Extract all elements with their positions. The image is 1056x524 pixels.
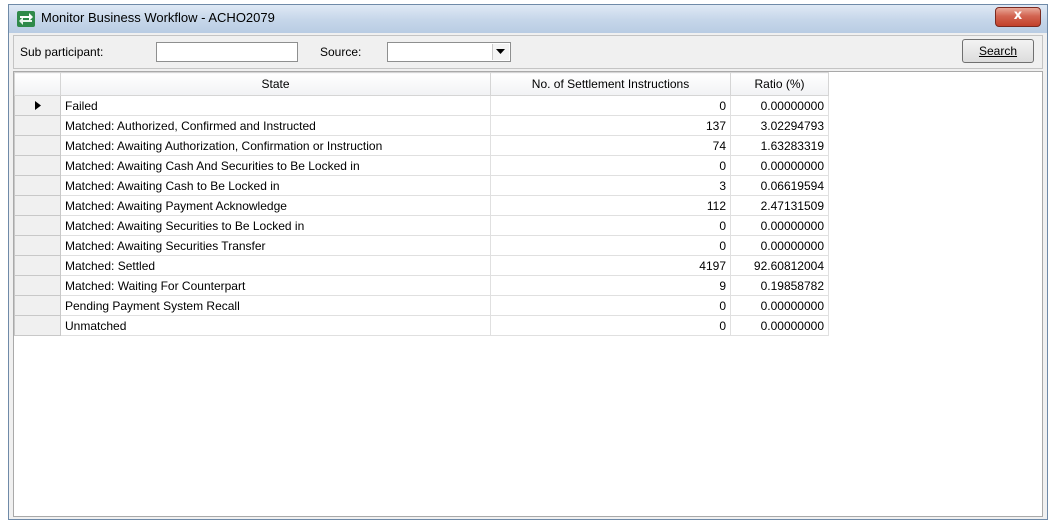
row-header[interactable]	[14, 315, 61, 336]
row-header[interactable]	[14, 195, 61, 216]
table-row[interactable]: Matched: Awaiting Securities to Be Locke…	[14, 215, 829, 236]
ratio-cell[interactable]: 0.00000000	[730, 315, 829, 336]
count-cell[interactable]: 0	[490, 295, 731, 316]
table-row[interactable]: Matched: Awaiting Authorization, Confirm…	[14, 135, 829, 156]
ratio-cell[interactable]: 0.06619594	[730, 175, 829, 196]
source-label: Source:	[320, 45, 362, 59]
count-cell[interactable]: 9	[490, 275, 731, 296]
ratio-cell[interactable]: 92.60812004	[730, 255, 829, 276]
app-window: Monitor Business Workflow - ACHO2079 x S…	[8, 4, 1048, 520]
row-header-corner	[14, 72, 61, 96]
window-title: Monitor Business Workflow - ACHO2079	[41, 10, 275, 25]
table-row[interactable]: Matched: Awaiting Securities Transfer 0 …	[14, 235, 829, 256]
state-cell[interactable]: Pending Payment System Recall	[60, 295, 491, 316]
row-header[interactable]	[14, 275, 61, 296]
state-cell[interactable]: Matched: Awaiting Securities Transfer	[60, 235, 491, 256]
state-cell[interactable]: Matched: Authorized, Confirmed and Instr…	[60, 115, 491, 136]
results-table: State No. of Settlement Instructions Rat…	[14, 72, 829, 336]
ratio-cell[interactable]: 0.00000000	[730, 95, 829, 116]
source-select[interactable]	[387, 42, 511, 62]
column-header-state[interactable]: State	[60, 72, 491, 96]
results-grid[interactable]: State No. of Settlement Instructions Rat…	[13, 71, 1043, 517]
row-header[interactable]	[14, 135, 61, 156]
row-header[interactable]	[14, 95, 61, 116]
sub-participant-input[interactable]	[156, 42, 298, 62]
state-cell[interactable]: Unmatched	[60, 315, 491, 336]
exchange-arrows-icon	[17, 11, 35, 27]
table-header-row: State No. of Settlement Instructions Rat…	[14, 72, 829, 96]
state-cell[interactable]: Matched: Awaiting Cash And Securities to…	[60, 155, 491, 176]
ratio-cell[interactable]: 2.47131509	[730, 195, 829, 216]
dropdown-button[interactable]	[492, 44, 509, 60]
ratio-cell[interactable]: 3.02294793	[730, 115, 829, 136]
row-header[interactable]	[14, 175, 61, 196]
ratio-cell[interactable]: 0.19858782	[730, 275, 829, 296]
count-cell[interactable]: 3	[490, 175, 731, 196]
count-cell[interactable]: 137	[490, 115, 731, 136]
ratio-cell[interactable]: 0.00000000	[730, 235, 829, 256]
table-row[interactable]: Matched: Awaiting Payment Acknowledge 11…	[14, 195, 829, 216]
table-row[interactable]: Matched: Awaiting Cash And Securities to…	[14, 155, 829, 176]
state-cell[interactable]: Matched: Settled	[60, 255, 491, 276]
count-cell[interactable]: 0	[490, 235, 731, 256]
state-cell[interactable]: Matched: Awaiting Securities to Be Locke…	[60, 215, 491, 236]
state-cell[interactable]: Matched: Awaiting Payment Acknowledge	[60, 195, 491, 216]
count-cell[interactable]: 0	[490, 315, 731, 336]
filter-toolbar: Sub participant: Source: Search	[13, 35, 1043, 69]
table-row[interactable]: Matched: Awaiting Cash to Be Locked in 3…	[14, 175, 829, 196]
row-header[interactable]	[14, 215, 61, 236]
row-header[interactable]	[14, 155, 61, 176]
sub-participant-label: Sub participant:	[20, 45, 104, 59]
state-cell[interactable]: Failed	[60, 95, 491, 116]
ratio-cell[interactable]: 1.63283319	[730, 135, 829, 156]
count-cell[interactable]: 0	[490, 215, 731, 236]
count-cell[interactable]: 112	[490, 195, 731, 216]
count-cell[interactable]: 74	[490, 135, 731, 156]
ratio-cell[interactable]: 0.00000000	[730, 295, 829, 316]
table-row[interactable]: Pending Payment System Recall 0 0.000000…	[14, 295, 829, 316]
column-header-count[interactable]: No. of Settlement Instructions	[490, 72, 731, 96]
count-cell[interactable]: 4197	[490, 255, 731, 276]
row-header[interactable]	[14, 255, 61, 276]
search-button[interactable]: Search	[962, 39, 1034, 63]
row-header[interactable]	[14, 235, 61, 256]
table-row[interactable]: Failed 0 0.00000000	[14, 95, 829, 116]
row-header[interactable]	[14, 295, 61, 316]
state-cell[interactable]: Matched: Awaiting Cash to Be Locked in	[60, 175, 491, 196]
row-header[interactable]	[14, 115, 61, 136]
column-header-ratio[interactable]: Ratio (%)	[730, 72, 829, 96]
table-row[interactable]: Unmatched 0 0.00000000	[14, 315, 829, 336]
state-cell[interactable]: Matched: Waiting For Counterpart	[60, 275, 491, 296]
row-pointer-icon	[34, 100, 41, 110]
state-cell[interactable]: Matched: Awaiting Authorization, Confirm…	[60, 135, 491, 156]
table-row[interactable]: Matched: Settled 4197 92.60812004	[14, 255, 829, 276]
table-row[interactable]: Matched: Waiting For Counterpart 9 0.198…	[14, 275, 829, 296]
chevron-down-icon	[496, 49, 505, 54]
count-cell[interactable]: 0	[490, 95, 731, 116]
count-cell[interactable]: 0	[490, 155, 731, 176]
table-row[interactable]: Matched: Authorized, Confirmed and Instr…	[14, 115, 829, 136]
ratio-cell[interactable]: 0.00000000	[730, 215, 829, 236]
title-bar[interactable]: Monitor Business Workflow - ACHO2079 x	[9, 5, 1047, 33]
close-button[interactable]: x	[995, 7, 1041, 27]
ratio-cell[interactable]: 0.00000000	[730, 155, 829, 176]
close-icon: x	[1013, 8, 1023, 23]
